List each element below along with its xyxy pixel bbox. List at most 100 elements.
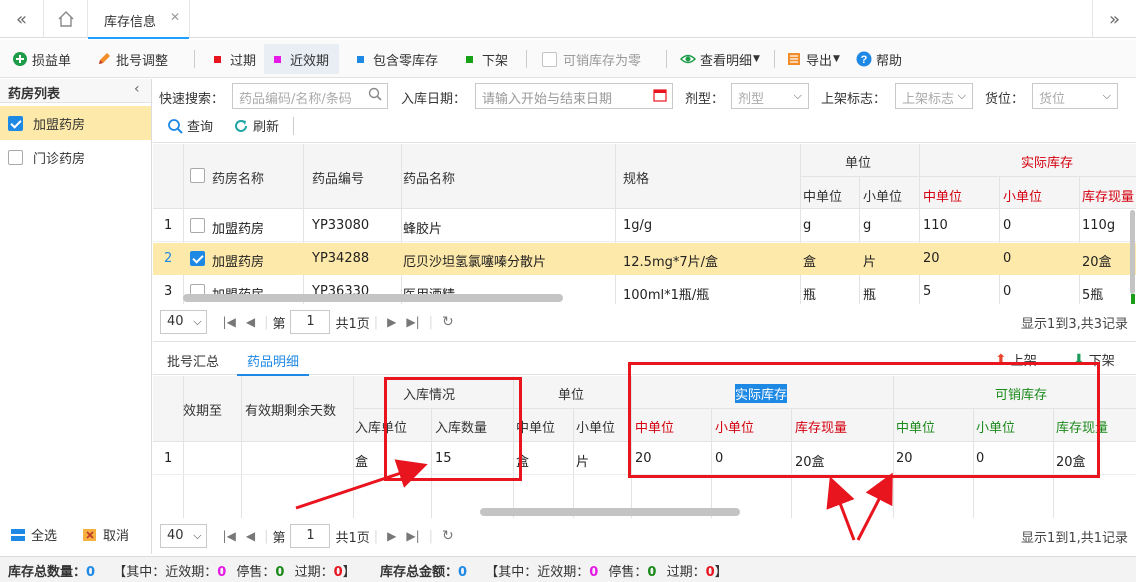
calendar-icon[interactable] xyxy=(653,88,667,106)
toolbar-divider xyxy=(774,50,775,68)
sidebar-item-alliance-pharmacy[interactable]: 加盟药房 xyxy=(0,106,151,140)
table-row[interactable]: 1 盒 15 盒 片 20 0 20盒 20 0 20盒 xyxy=(153,442,1136,475)
pencil-icon xyxy=(99,53,110,64)
col-header-remaining-days[interactable]: 有效期剩余天数 xyxy=(245,400,336,419)
filter-off-shelf[interactable]: 下架 xyxy=(466,49,508,69)
sidebar-item-outpatient-pharmacy[interactable]: 门诊药房 xyxy=(0,140,151,174)
tab-drug-detail[interactable]: 药品明细 xyxy=(237,342,310,376)
cell-code: YP34288 xyxy=(312,251,370,266)
cell-actual-small: 0 xyxy=(1003,218,1012,233)
collapse-right-icon[interactable]: » xyxy=(1092,0,1136,38)
reload-icon[interactable]: ↻ xyxy=(442,528,454,544)
filter-expired[interactable]: 过期 xyxy=(214,49,256,69)
batch-adjust-button[interactable]: 批号调整 xyxy=(96,49,168,69)
loss-gain-button[interactable]: 损益单 xyxy=(12,49,71,69)
page-size-select[interactable]: 40 ⌵ xyxy=(160,524,207,548)
row-checkbox[interactable] xyxy=(190,251,205,266)
last-page-icon[interactable]: ▶| xyxy=(406,315,419,329)
col-header-mid-unit[interactable]: 中单位 xyxy=(803,186,842,205)
select-all-button[interactable]: 全选 xyxy=(10,525,57,544)
col-header-actual-small[interactable]: 小单位 xyxy=(715,417,754,436)
col-header-spec[interactable]: 规格 xyxy=(623,168,649,187)
reload-icon[interactable]: ↻ xyxy=(442,314,454,330)
col-header-actual-current[interactable]: 库存现量 xyxy=(795,417,847,436)
help-button[interactable]: ? 帮助 xyxy=(856,49,902,69)
export-button[interactable]: 导出 ▼ xyxy=(786,49,840,69)
col-header-actual-mid[interactable]: 中单位 xyxy=(635,417,674,436)
collapse-left-icon[interactable]: « xyxy=(0,0,44,38)
shelf-flag-label: 上架标志： xyxy=(821,92,887,107)
include-zero-swatch-icon xyxy=(357,55,364,63)
filter-include-zero[interactable]: 包含零库存 xyxy=(357,49,438,69)
col-header-actual-mid[interactable]: 中单位 xyxy=(923,186,962,205)
first-page-icon[interactable]: |◀ xyxy=(223,529,236,543)
col-header-actual-current[interactable]: 库存现量 xyxy=(1082,186,1134,205)
select-all-rows-checkbox[interactable] xyxy=(190,168,205,183)
dosage-select[interactable]: 剂型 ⌵ xyxy=(731,83,809,109)
filter-near-expiry[interactable]: 近效期 xyxy=(264,44,340,74)
page-number-input[interactable]: 1 xyxy=(290,310,331,334)
col-header-name[interactable]: 药品名称 xyxy=(403,168,455,187)
pharmacy-checkbox[interactable] xyxy=(8,149,23,165)
cancel-selection-button[interactable]: 取消 xyxy=(82,525,129,544)
col-header-code[interactable]: 药品编号 xyxy=(312,168,364,187)
location-select[interactable]: 货位 ⌵ xyxy=(1032,83,1118,109)
col-header-in-qty[interactable]: 入库数量 xyxy=(435,417,487,436)
sellable-zero-checkbox[interactable]: 可销库存为零 xyxy=(542,49,641,69)
col-header-sellable-current[interactable]: 库存现量 xyxy=(1056,417,1108,436)
cell-sellable-small: 0 xyxy=(976,451,985,466)
prev-page-icon[interactable]: ◀ xyxy=(246,529,255,543)
cell-spec: 12.5mg*7片/盒 xyxy=(623,255,719,270)
header-group-border xyxy=(800,176,1136,177)
tab-inventory-info[interactable]: 库存信息 ✕ xyxy=(88,0,190,39)
col-header-sellable-small[interactable]: 小单位 xyxy=(976,417,1015,436)
collapse-sidebar-icon[interactable]: ‹ xyxy=(134,81,140,97)
col-header-mid-unit[interactable]: 中单位 xyxy=(516,417,555,436)
total-amount-value: 0 xyxy=(458,565,468,580)
row-checkbox[interactable] xyxy=(190,218,205,233)
close-tab-icon[interactable]: ✕ xyxy=(170,10,180,24)
off-shelf-label: 下架 xyxy=(482,53,509,69)
shelf-up-button[interactable]: ⬆ 上架 xyxy=(995,350,1037,370)
page-number-input[interactable]: 1 xyxy=(290,524,331,548)
horizontal-scrollbar[interactable] xyxy=(480,508,740,516)
filter-divider xyxy=(293,117,294,135)
col-header-change-to[interactable]: 效期至 xyxy=(183,400,222,419)
near-expiry-count: 0 xyxy=(217,565,227,580)
refresh-button[interactable]: 刷新 xyxy=(233,116,279,135)
svg-text:?: ? xyxy=(861,54,868,66)
page-size-select[interactable]: 40 ⌵ xyxy=(160,310,207,334)
in-date-input[interactable]: 请输入开始与结束日期 xyxy=(475,83,673,109)
pharmacy-checkbox[interactable] xyxy=(8,115,23,131)
shelf-down-button[interactable]: ⬇ 下架 xyxy=(1073,350,1115,370)
export-icon xyxy=(788,53,800,65)
shelf-down-label: 下架 xyxy=(1088,354,1115,369)
query-button[interactable]: 查询 xyxy=(167,116,213,135)
table-row-selected[interactable]: 2 加盟药房 YP34288 厄贝沙坦氢氯噻嗪分散片 12.5mg*7片/盒 盒… xyxy=(153,243,1136,275)
home-icon[interactable] xyxy=(44,0,88,38)
tab-batch-summary[interactable]: 批号汇总 xyxy=(167,351,219,370)
col-header-pharmacy[interactable]: 药房名称 xyxy=(212,168,264,187)
col-header-actual-small[interactable]: 小单位 xyxy=(1003,186,1042,205)
sellable-zero-box[interactable] xyxy=(542,51,557,67)
cell-small-unit: g xyxy=(863,218,872,233)
first-page-icon[interactable]: |◀ xyxy=(223,315,236,329)
prev-page-icon[interactable]: ◀ xyxy=(246,315,255,329)
shelf-flag-select[interactable]: 上架标志 ⌵ xyxy=(895,83,973,109)
next-page-icon[interactable]: ▶ xyxy=(387,315,396,329)
cell-actual-current: 5瓶 xyxy=(1082,288,1104,303)
quick-search-input[interactable]: 药品编码/名称/条码 xyxy=(232,83,388,109)
vertical-scrollbar[interactable] xyxy=(1130,210,1135,294)
col-header-sellable-mid[interactable]: 中单位 xyxy=(896,417,935,436)
search-icon[interactable] xyxy=(368,87,382,105)
last-page-icon[interactable]: ▶| xyxy=(406,529,419,543)
table-row[interactable]: 1 加盟药房 YP33080 蜂胶片 1g/g g g 110 0 110g xyxy=(153,209,1136,242)
col-header-small-unit[interactable]: 小单位 xyxy=(863,186,902,205)
cell-sellable-current: 20盒 xyxy=(1056,455,1086,470)
col-header-small-unit[interactable]: 小单位 xyxy=(576,417,615,436)
next-page-icon[interactable]: ▶ xyxy=(387,529,396,543)
horizontal-scrollbar[interactable] xyxy=(183,294,563,302)
view-detail-button[interactable]: 查看明细 ▼ xyxy=(680,49,760,69)
col-header-in-unit[interactable]: 入库单位 xyxy=(355,417,407,436)
row-number: 3 xyxy=(164,284,173,299)
